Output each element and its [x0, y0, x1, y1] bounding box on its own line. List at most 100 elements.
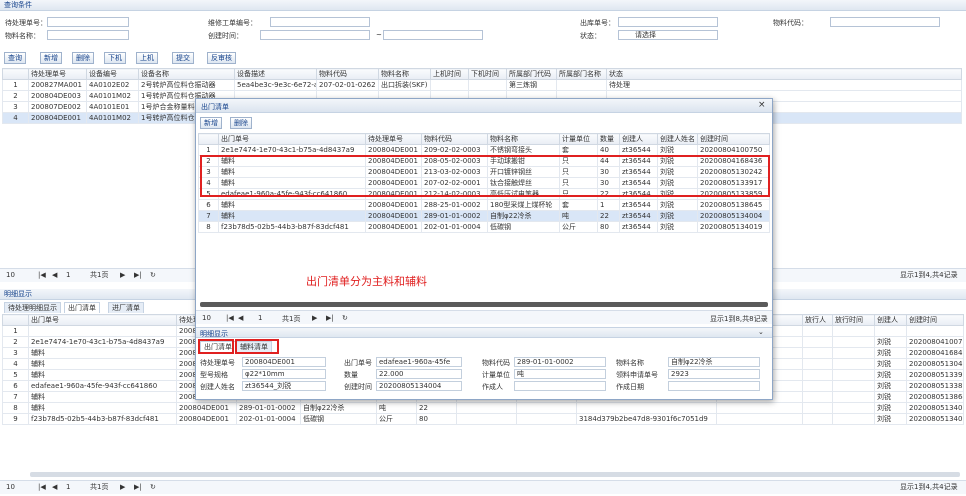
tab-out-list[interactable]: 出门清单	[64, 302, 100, 313]
delete-button[interactable]: 删除	[72, 52, 94, 64]
detail-scrollbar[interactable]	[30, 472, 960, 477]
detail-field-value[interactable]: 20200805134004	[376, 381, 462, 391]
detail-first-page-icon[interactable]: |◀	[38, 481, 46, 494]
detail-page-number-input[interactable]: 1	[66, 481, 70, 494]
main-header-8[interactable]: 下机时间	[468, 68, 507, 80]
dialog-header-9[interactable]: 创建时间	[697, 133, 770, 145]
dialog-row[interactable]: 7 辅料 200804DE001 289-01-01-0002 自制φ22冷杀吨 22 zt…	[198, 210, 770, 222]
detail-cell: 2020080513400	[906, 412, 964, 425]
dialog-next-page-icon[interactable]: ▶	[312, 314, 317, 322]
main-header-2[interactable]: 设备编号	[86, 68, 139, 80]
main-header-1[interactable]: 待处理单号	[28, 68, 87, 80]
detail-header-11[interactable]: 放行人	[802, 314, 833, 326]
detail-header-0[interactable]	[2, 314, 29, 326]
dialog-first-page-icon[interactable]: |◀	[226, 314, 234, 322]
prev-page-icon[interactable]: ◀	[52, 269, 57, 282]
dialog-header-8[interactable]: 创建人姓名	[657, 133, 698, 145]
dialog-add-button[interactable]: 新增	[200, 117, 222, 129]
main-header-3[interactable]: 设备名称	[138, 68, 235, 80]
detail-page-size-select[interactable]: 10	[6, 481, 15, 494]
main-cell: 出口拆装(SKF)	[378, 79, 431, 91]
detail-field-value[interactable]: 289-01-01-0002	[514, 357, 606, 367]
dialog-page-number-input[interactable]: 1	[258, 314, 262, 322]
detail-field-value[interactable]: edafeae1-960a-45fe	[376, 357, 462, 367]
tab-in-list[interactable]: 进厂清单	[108, 302, 144, 313]
main-header-6[interactable]: 物料名称	[378, 68, 431, 80]
created-time-start-input[interactable]	[260, 30, 370, 40]
page-number-input[interactable]: 1	[66, 269, 70, 282]
main-header-5[interactable]: 物料代码	[316, 68, 379, 80]
query-button[interactable]: 查询	[4, 52, 26, 64]
dialog-header-5[interactable]: 计量单位	[559, 133, 598, 145]
add-button[interactable]: 新增	[40, 52, 62, 64]
material-name-input[interactable]	[47, 30, 129, 40]
first-page-icon[interactable]: |◀	[38, 269, 46, 282]
main-header-0[interactable]	[2, 68, 29, 80]
dialog-refresh-icon[interactable]: ↻	[342, 314, 348, 322]
detail-row[interactable]: 9 f23b78d5-02b5-44b3-b87f-83dcf481 200804D…	[2, 412, 964, 425]
detail-header-13[interactable]: 创建人	[874, 314, 907, 326]
page-size-select[interactable]: 10	[6, 269, 15, 282]
up-button[interactable]: 上机	[136, 52, 158, 64]
dialog-row[interactable]: 8 f23b78d5-02b5-44b3-b87f-83dcf481 200804D…	[198, 221, 770, 233]
dialog-page-size-select[interactable]: 10	[202, 314, 211, 322]
main-header-9[interactable]: 所属部门代码	[506, 68, 557, 80]
dialog-cell: 202-01-01-0004	[421, 221, 488, 233]
dialog-delete-button[interactable]: 删除	[230, 117, 252, 129]
created-time-end-input[interactable]	[383, 30, 483, 40]
dialog-row[interactable]: 6 辅料 200804DE001 288-25-01-0002 180型采煤上煤杯轮套 1…	[198, 199, 770, 211]
down-button[interactable]: 下机	[104, 52, 126, 64]
detail-header-12[interactable]: 放行时间	[832, 314, 875, 326]
main-header-7[interactable]: 上机时间	[430, 68, 469, 80]
main-row[interactable]: 1 200827MA001 4A0102E02 2号转炉高位料仓振动器 5ea4be3c…	[2, 79, 962, 91]
detail-row[interactable]: 8 辅料 200804DE001 289-01-01-0002 自制φ22冷杀吨 22 刘锐…	[2, 401, 964, 414]
detail-field-value[interactable]: zt36544_刘锐	[242, 381, 326, 391]
pending-no-input[interactable]	[47, 17, 129, 27]
dialog-cell: 辅料	[218, 199, 366, 211]
detail-field-value[interactable]: 自制φ22冷杀	[668, 357, 760, 367]
status-select[interactable]: 请选择	[618, 30, 718, 40]
dialog-header-7[interactable]: 创建人	[619, 133, 658, 145]
tab-pending-detail[interactable]: 待处理明细显示	[4, 302, 61, 313]
detail-field-value[interactable]: 吨	[514, 369, 606, 379]
detail-field-label: 出门单号	[344, 359, 372, 367]
close-icon[interactable]: ×	[758, 100, 766, 110]
detail-prev-page-icon[interactable]: ◀	[52, 481, 57, 494]
dialog-row[interactable]: 1 2e1e7474-1e70-43c1-b75a-4d8437a9 200804D…	[198, 144, 770, 156]
detail-field-value[interactable]	[668, 381, 760, 391]
main-header-10[interactable]: 所属部门名称	[556, 68, 607, 80]
dialog-last-page-icon[interactable]: ▶|	[326, 314, 334, 322]
next-page-icon[interactable]: ▶	[120, 269, 125, 282]
submit-button[interactable]: 提交	[172, 52, 194, 64]
range-separator: ~	[376, 31, 382, 39]
detail-field-value[interactable]: 2923	[668, 369, 760, 379]
dialog-header-1[interactable]: 出门单号	[218, 133, 366, 145]
maint-no-input[interactable]	[270, 17, 370, 27]
detail-field-value[interactable]: 200804DE001	[242, 357, 326, 367]
dialog-prev-page-icon[interactable]: ◀	[238, 314, 243, 322]
dialog-header-2[interactable]: 待处理单号	[365, 133, 422, 145]
dialog-header-3[interactable]: 物料代码	[421, 133, 488, 145]
dialog-header-4[interactable]: 物料名称	[487, 133, 560, 145]
detail-field-value[interactable]	[514, 381, 606, 391]
dialog-header-0[interactable]	[198, 133, 219, 145]
detail-cell	[832, 412, 875, 425]
detail-field-value[interactable]: 22.000	[376, 369, 462, 379]
detail-header-14[interactable]: 创建时间	[906, 314, 964, 326]
detail-header-1[interactable]: 出门单号	[28, 314, 177, 326]
main-header-4[interactable]: 设备描述	[234, 68, 317, 80]
detail-field-label: 物料名称	[616, 359, 644, 367]
dialog-scrollbar[interactable]	[200, 302, 768, 307]
detail-field-value[interactable]: φ22*10mm	[242, 369, 326, 379]
detail-last-page-icon[interactable]: ▶|	[134, 481, 142, 494]
last-page-icon[interactable]: ▶|	[134, 269, 142, 282]
dialog-header-6[interactable]: 数量	[597, 133, 620, 145]
reverse-audit-button[interactable]: 反审核	[207, 52, 236, 64]
detail-refresh-icon[interactable]: ↻	[150, 481, 156, 494]
main-header-11[interactable]: 状态	[606, 68, 962, 80]
refresh-icon[interactable]: ↻	[150, 269, 156, 282]
material-code-input[interactable]	[830, 17, 940, 27]
detail-next-page-icon[interactable]: ▶	[120, 481, 125, 494]
out-no-input[interactable]	[618, 17, 718, 27]
collapse-icon[interactable]: ⌄	[758, 328, 764, 336]
